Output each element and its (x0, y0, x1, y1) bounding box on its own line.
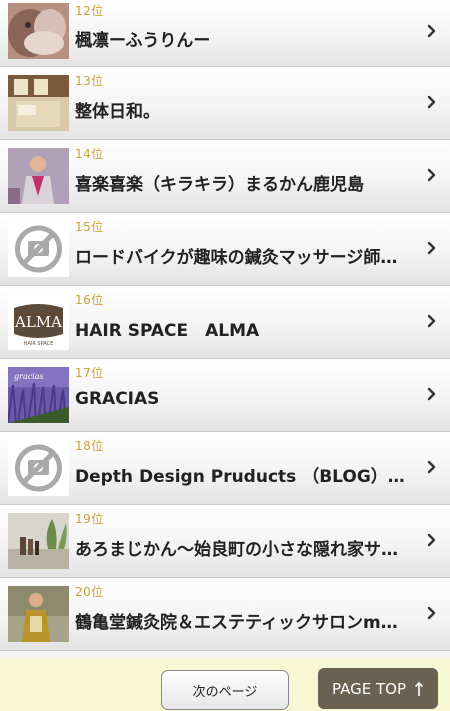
thumbnail-image (8, 586, 69, 642)
list-item[interactable]: 15位 ロードバイクが趣味の鍼灸マッサージ師の日々 (0, 213, 450, 286)
rank-label: 16位 (75, 293, 104, 307)
chevron-right-icon (427, 314, 436, 328)
list-item[interactable]: 19位 あろまじかん〜始良町の小さな隠れ家サロン〜 (0, 505, 450, 578)
next-page-button[interactable]: 次のページ (161, 670, 289, 710)
blog-title: 整体日和。 (75, 102, 160, 122)
rank-label: 19位 (75, 512, 104, 526)
chevron-right-icon (427, 606, 436, 620)
chevron-right-icon (427, 24, 436, 38)
blog-title: HAIR SPACE ALMA (75, 321, 260, 341)
chevron-right-icon (427, 387, 436, 401)
thumbnail-image (8, 148, 69, 204)
alma-logo: ALMA HAIR SPACE (8, 294, 69, 350)
chevron-right-icon (427, 241, 436, 255)
blog-title: ロードバイクが趣味の鍼灸マッサージ師の日々 (75, 248, 413, 268)
blog-title: GRACIAS (75, 389, 160, 409)
rank-label: 13位 (75, 74, 104, 88)
list-item[interactable]: gracias 17位 GRACIAS (0, 359, 450, 432)
list-item[interactable]: ALMA HAIR SPACE 16位 HAIR SPACE ALMA (0, 286, 450, 359)
rank-label: 12位 (75, 4, 104, 18)
blog-title: 楓凛ーふうりんー (75, 31, 211, 51)
list-item[interactable]: 20位 鶴亀堂鍼灸院＆エステティックサロンmブログ (0, 578, 450, 651)
chevron-right-icon (427, 95, 436, 109)
next-page-label: 次のページ (192, 684, 258, 700)
chevron-right-icon (427, 168, 436, 182)
arrow-up-icon (414, 681, 424, 696)
no-image-icon (8, 440, 69, 496)
no-image-icon (8, 221, 69, 277)
rank-label: 17位 (75, 366, 104, 380)
logo-text: ALMA (14, 313, 62, 331)
rank-label: 14位 (75, 147, 104, 161)
chevron-right-icon (427, 533, 436, 547)
rank-label: 20位 (75, 585, 104, 599)
thumbnail-image (8, 513, 69, 569)
lavender-photo: gracias (8, 367, 69, 423)
blog-title: あろまじかん〜始良町の小さな隠れ家サロン〜 (75, 540, 413, 560)
page-top-button[interactable]: PAGE TOP (318, 668, 438, 709)
list-item[interactable]: 12位 楓凛ーふうりんー (0, 0, 450, 67)
blog-title: 喜楽喜楽（キラキラ）まるかん鹿児島 (75, 175, 364, 195)
page-top-label: PAGE TOP (332, 679, 406, 698)
list-item[interactable]: 14位 喜楽喜楽（キラキラ）まるかん鹿児島 (0, 140, 450, 213)
list-item[interactable]: 18位 Depth Design Pruducts （BLOG）［Depth D… (0, 432, 450, 505)
list-item[interactable]: 13位 整体日和。 (0, 67, 450, 140)
blog-title: 鶴亀堂鍼灸院＆エステティックサロンmブログ (75, 613, 413, 633)
logo-subtext: HAIR SPACE (24, 341, 54, 347)
thumbnail-image (8, 75, 69, 131)
ranking-list: 12位 楓凛ーふうりんー 13位 整体日和。 14位 喜楽喜楽（キラキラ）まるか… (0, 0, 450, 651)
footer-bar: 次のページ PAGE TOP (0, 658, 450, 711)
chevron-right-icon (427, 460, 436, 474)
rank-label: 15位 (75, 220, 104, 234)
rank-label: 18位 (75, 439, 104, 453)
thumbnail-image (8, 3, 69, 59)
blog-title: Depth Design Pruducts （BLOG）［Depth Desig… (75, 467, 413, 487)
logo-text: gracias (14, 372, 44, 381)
